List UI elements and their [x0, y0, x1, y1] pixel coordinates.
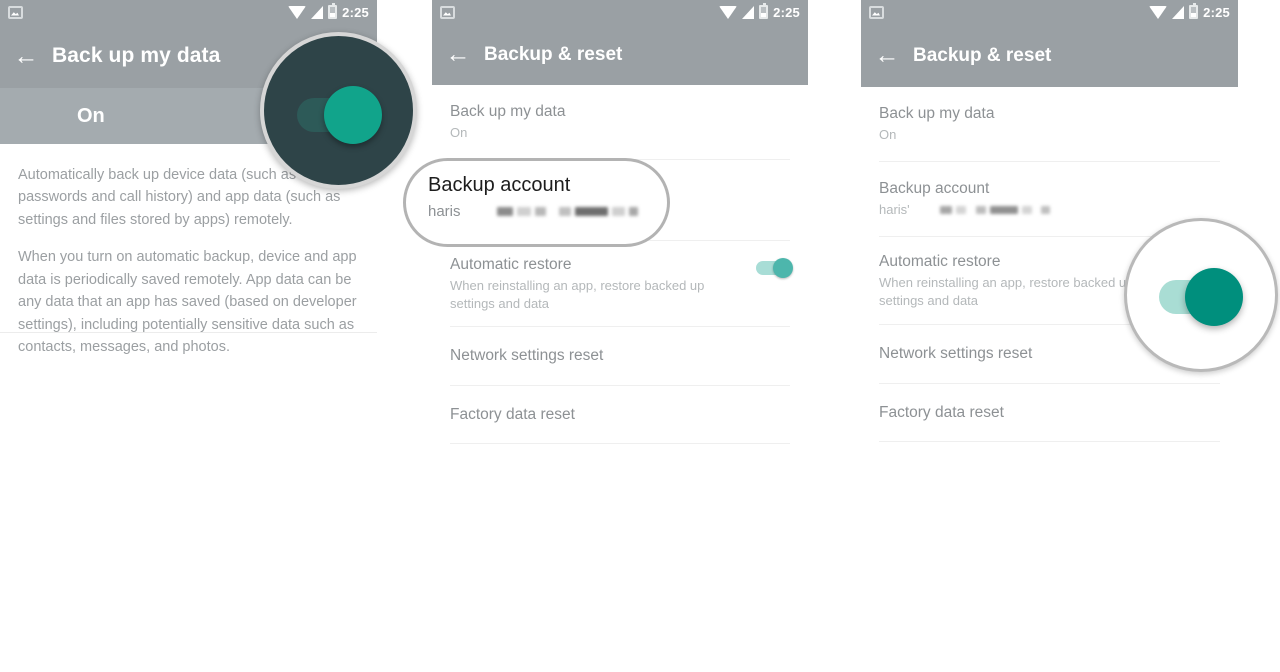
- redacted-email-1: [496, 207, 638, 216]
- list-item-subtitle: On: [879, 127, 897, 143]
- list-item-title: Backup account: [879, 179, 990, 197]
- toggle-knob: [773, 257, 793, 278]
- callout-title: Backup account: [428, 174, 571, 196]
- status-bar-time: 2:25: [1203, 4, 1230, 20]
- battery-icon: [1189, 3, 1199, 19]
- status-bar-1: 2:25: [0, 0, 377, 24]
- list-divider: [879, 441, 1220, 443]
- list-item-subtitle: When reinstalling an app, restore backed…: [450, 278, 705, 311]
- signal-icon: [1172, 5, 1185, 19]
- page-title-2: Backup & reset: [484, 43, 623, 65]
- backup-account-callout: Backup account haris: [403, 158, 670, 247]
- page-title-3: Backup & reset: [913, 44, 1052, 66]
- redacted-email-2: [939, 206, 1050, 215]
- status-bar-right-icons-1: 2:25: [288, 3, 369, 20]
- toggle-state-label: On: [77, 104, 105, 127]
- settings-list-2: Back up my data On Backup account haris …: [432, 85, 808, 445]
- status-bar-time: 2:25: [773, 4, 800, 20]
- zoom-toggle-knob[interactable]: [324, 86, 382, 144]
- list-divider: [450, 443, 790, 445]
- battery-icon: [328, 3, 338, 19]
- app-bar-2: ← Backup & reset: [432, 24, 808, 85]
- back-arrow-icon[interactable]: ←: [432, 42, 484, 67]
- wifi-icon: [288, 5, 307, 19]
- list-item-title: Back up my data: [450, 103, 566, 120]
- photo-icon: [8, 5, 23, 19]
- signal-icon: [311, 5, 324, 19]
- list-item-title: Back up my data: [879, 105, 995, 122]
- automatic-restore-toggle-zoom: [1124, 218, 1278, 372]
- callout-account-name: haris: [428, 203, 461, 220]
- callout-account: haris: [428, 203, 667, 220]
- status-bar-time: 2:25: [342, 4, 369, 20]
- photo-icon: [869, 5, 884, 19]
- list-item-title: Automatic restore: [450, 255, 572, 273]
- status-bar-right-icons-3: 2:25: [1149, 3, 1230, 20]
- page-title-1: Back up my data: [52, 44, 221, 67]
- automatic-restore-toggle[interactable]: [756, 257, 793, 278]
- backup-toggle-zoom: [260, 32, 417, 189]
- section-divider-1: [0, 332, 377, 333]
- screenshot-stage: 2:25 ← Back up my data On Automatically …: [0, 0, 1280, 672]
- status-bar-right-icons-2: 2:25: [719, 3, 800, 20]
- list-item-factory-data-reset[interactable]: Factory data reset: [432, 386, 808, 443]
- status-bar-left-icons-3: [869, 5, 884, 19]
- list-item-title: Network settings reset: [450, 347, 604, 365]
- list-item-network-settings-reset[interactable]: Network settings reset: [432, 327, 808, 384]
- list-item-title: Factory data reset: [450, 405, 575, 423]
- signal-icon: [742, 5, 755, 19]
- wifi-icon: [1149, 5, 1168, 19]
- list-item-back-up-my-data[interactable]: Back up my data On: [432, 85, 808, 159]
- list-item-factory-data-reset[interactable]: Factory data reset: [861, 384, 1238, 441]
- photo-icon: [440, 5, 455, 19]
- status-bar-left-icons-2: [440, 5, 455, 19]
- list-item-subtitle-wrapper: haris': [879, 201, 1220, 219]
- status-bar-3: 2:25: [861, 0, 1238, 24]
- list-item-subtitle: When reinstalling an app, restore backed…: [879, 275, 1134, 308]
- list-item-subtitle: On: [450, 125, 468, 141]
- app-bar-3: ← Backup & reset: [861, 24, 1238, 87]
- list-item-automatic-restore[interactable]: Automatic restore When reinstalling an a…: [432, 241, 808, 326]
- back-arrow-icon[interactable]: ←: [0, 43, 52, 69]
- status-bar-2: 2:25: [432, 0, 808, 24]
- status-bar-left-icons-1: [8, 5, 23, 19]
- battery-icon: [759, 3, 769, 19]
- list-item-back-up-my-data[interactable]: Back up my data On: [861, 87, 1238, 161]
- list-item-subtitle: haris': [879, 202, 910, 218]
- back-arrow-icon[interactable]: ←: [861, 43, 913, 68]
- wifi-icon: [719, 5, 738, 19]
- list-item-title: Factory data reset: [879, 403, 1004, 421]
- zoom-toggle-knob[interactable]: [1185, 268, 1243, 326]
- description-paragraph-2: When you turn on automatic backup, devic…: [18, 249, 357, 356]
